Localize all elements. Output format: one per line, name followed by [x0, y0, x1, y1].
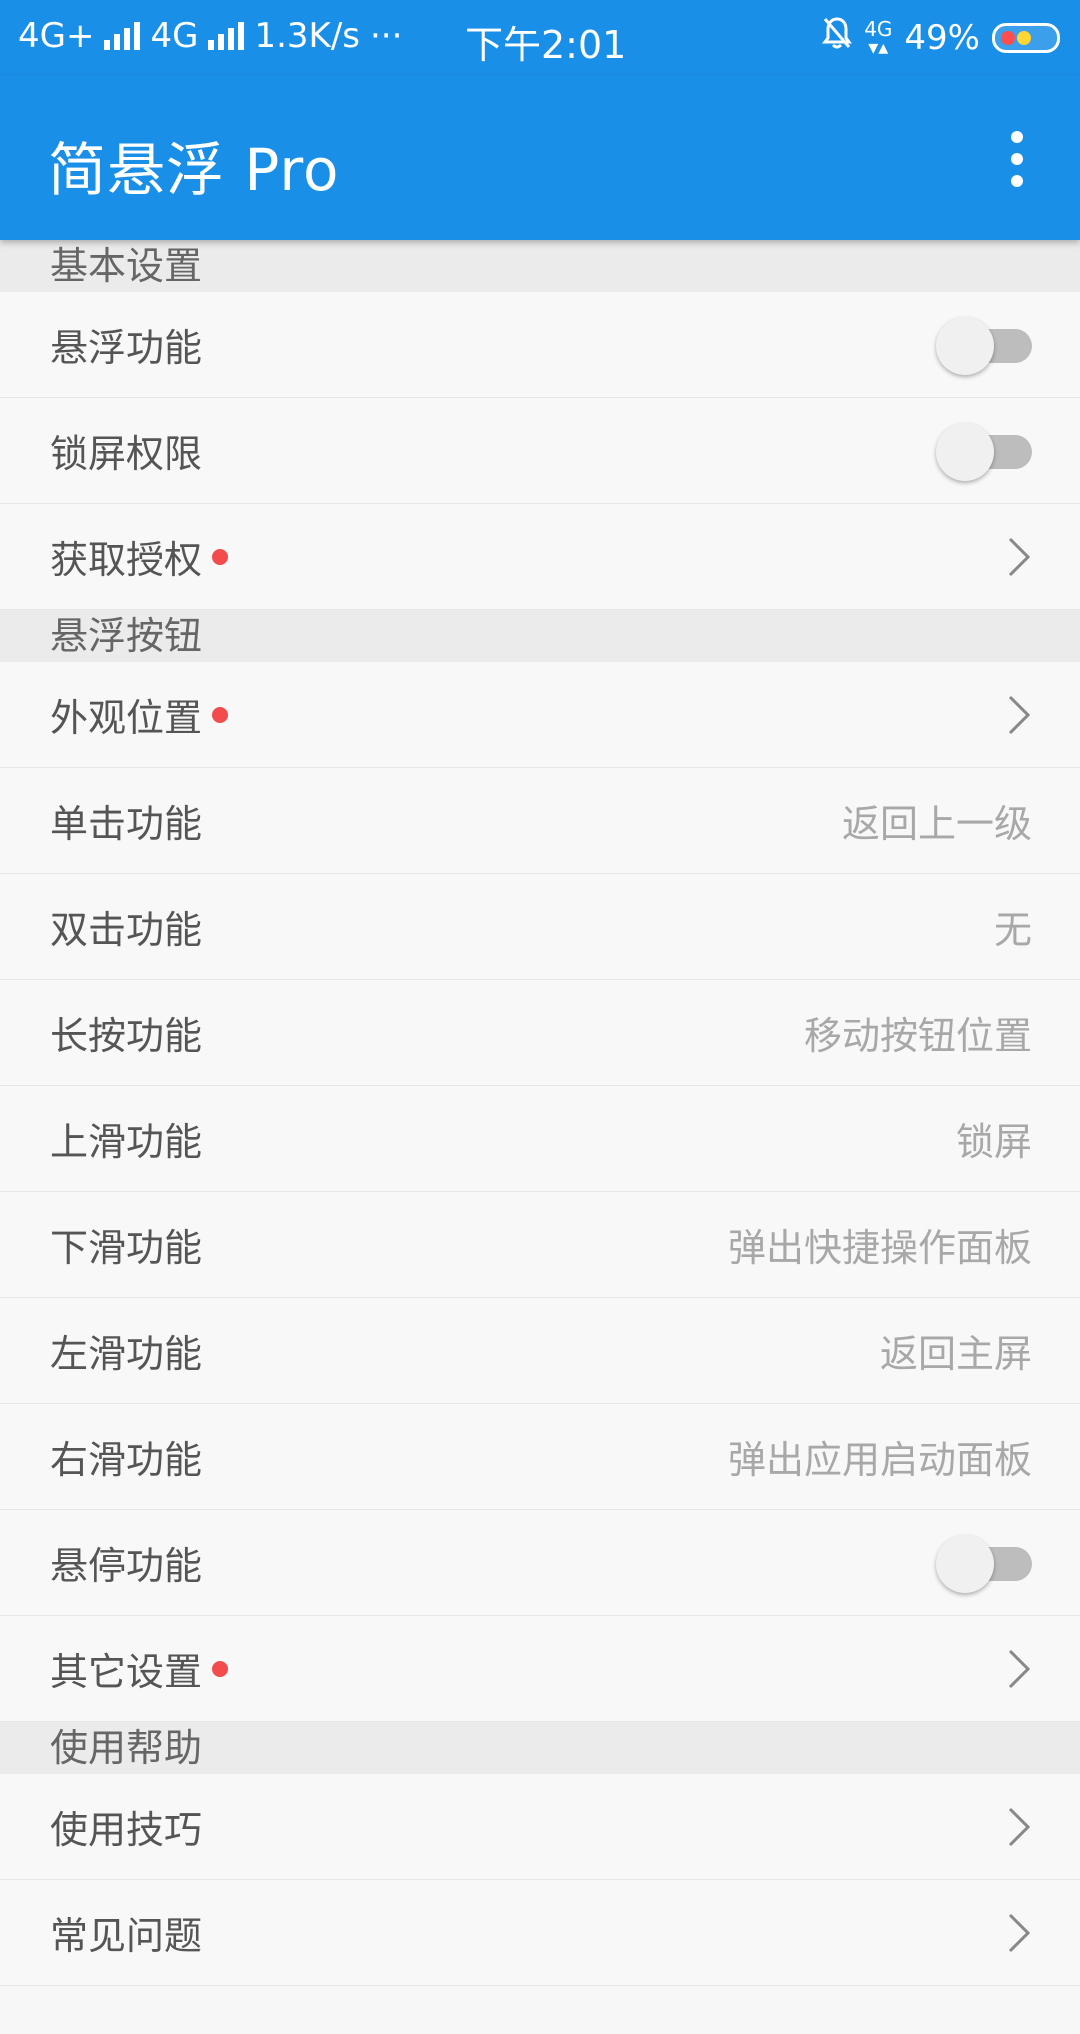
- label-text: 左滑功能: [50, 1332, 203, 1376]
- network-type-1: 4G+: [18, 16, 95, 56]
- status-bar: 4G+ 4G 1.3K/s ··· 下午2:01 4G ▾▴ 49%: [0, 0, 1080, 75]
- section-header-float-button: 悬浮按钮: [0, 610, 1080, 662]
- row-label: 使用技巧: [50, 1799, 202, 1854]
- float-toggle-switch[interactable]: [936, 315, 1032, 375]
- signal-icon-2: [208, 22, 245, 50]
- row-get-authorization[interactable]: 获取授权: [0, 504, 1080, 610]
- row-label: 单击功能: [50, 793, 202, 848]
- row-label: 下滑功能: [50, 1217, 202, 1272]
- chevron-right-icon: [1006, 1647, 1032, 1691]
- row-label: 悬停功能: [50, 1535, 202, 1590]
- label-text: 上滑功能: [50, 1120, 203, 1164]
- row-value: 锁屏: [955, 1120, 1032, 1164]
- chevron-right-icon: [1006, 1805, 1032, 1849]
- clock: 下午2:01: [465, 23, 627, 67]
- row-label: 悬浮功能: [50, 317, 202, 372]
- row-label: 左滑功能: [50, 1323, 202, 1378]
- row-faq[interactable]: 常见问题: [0, 1880, 1080, 1986]
- new-dot-indicator: [212, 1660, 229, 1677]
- row-value: 无: [993, 908, 1032, 952]
- row-swipe-down[interactable]: 下滑功能 弹出快捷操作面板: [0, 1192, 1080, 1298]
- lockscreen-toggle-switch[interactable]: [936, 421, 1032, 481]
- signal-icon: [104, 22, 141, 50]
- row-single-tap[interactable]: 单击功能 返回上一级: [0, 768, 1080, 874]
- chevron-right-icon: [1006, 535, 1032, 579]
- row-hover-toggle[interactable]: 悬停功能: [0, 1510, 1080, 1616]
- battery-percent: 49%: [904, 17, 980, 58]
- label-text: 锁屏权限: [50, 432, 203, 476]
- row-label: 外观位置: [50, 687, 229, 742]
- row-other-settings[interactable]: 其它设置: [0, 1616, 1080, 1722]
- row-label: 其它设置: [50, 1641, 229, 1696]
- row-label: 长按功能: [50, 1005, 202, 1060]
- label-text: 下滑功能: [50, 1226, 203, 1270]
- label-text: 常见问题: [50, 1914, 203, 1958]
- label-text: 悬停功能: [50, 1544, 203, 1588]
- row-lockscreen-permission[interactable]: 锁屏权限: [0, 398, 1080, 504]
- row-swipe-left[interactable]: 左滑功能 返回主屏: [0, 1298, 1080, 1404]
- app-title: 简悬浮 Pro: [48, 136, 340, 204]
- row-value: 弹出快捷操作面板: [727, 1226, 1032, 1270]
- row-value: 返回主屏: [879, 1332, 1032, 1376]
- row-float-toggle[interactable]: 悬浮功能: [0, 292, 1080, 398]
- row-label: 常见问题: [50, 1905, 202, 1960]
- row-double-tap[interactable]: 双击功能 无: [0, 874, 1080, 980]
- new-dot-indicator: [212, 548, 229, 565]
- row-swipe-up[interactable]: 上滑功能 锁屏: [0, 1086, 1080, 1192]
- label-text: 长按功能: [50, 1014, 203, 1058]
- row-label: 获取授权: [50, 529, 229, 584]
- network-speed: 1.3K/s: [254, 16, 360, 56]
- row-label: 双击功能: [50, 899, 202, 954]
- network-small-icon: 4G ▾▴: [864, 16, 893, 59]
- app-bar: 简悬浮 Pro: [0, 75, 1080, 240]
- label-text: 其它设置: [50, 1650, 203, 1694]
- row-label: 上滑功能: [50, 1111, 202, 1166]
- row-appearance-position[interactable]: 外观位置: [0, 662, 1080, 768]
- status-left: 4G+ 4G 1.3K/s ···: [18, 16, 402, 56]
- row-label: 右滑功能: [50, 1429, 202, 1484]
- section-header-help: 使用帮助: [0, 1722, 1080, 1774]
- label-text: 双击功能: [50, 908, 203, 952]
- bell-off-icon: [822, 16, 853, 59]
- row-value: 弹出应用启动面板: [727, 1438, 1032, 1482]
- status-right: 4G ▾▴ 49%: [822, 16, 1060, 59]
- row-value: 移动按钮位置: [803, 1014, 1032, 1058]
- network-type-2: 4G: [150, 16, 199, 56]
- section-header-basic: 基本设置: [0, 240, 1080, 292]
- label-text: 外观位置: [50, 696, 203, 740]
- row-value: 返回上一级: [841, 802, 1032, 846]
- row-swipe-right[interactable]: 右滑功能 弹出应用启动面板: [0, 1404, 1080, 1510]
- label-text: 右滑功能: [50, 1438, 203, 1482]
- hover-toggle-switch[interactable]: [936, 1533, 1032, 1593]
- new-dot-indicator: [212, 706, 229, 723]
- chevron-right-icon: [1006, 1911, 1032, 1955]
- label-text: 单击功能: [50, 802, 203, 846]
- row-usage-tips[interactable]: 使用技巧: [0, 1774, 1080, 1880]
- more-status: ···: [370, 16, 403, 56]
- row-long-press[interactable]: 长按功能 移动按钮位置: [0, 980, 1080, 1086]
- more-vert-icon[interactable]: [1004, 129, 1030, 189]
- network-small-label: 4G: [864, 16, 893, 41]
- row-label: 锁屏权限: [50, 423, 202, 478]
- label-text: 悬浮功能: [50, 326, 203, 370]
- label-text: 使用技巧: [50, 1808, 203, 1852]
- chevron-right-icon: [1006, 693, 1032, 737]
- label-text: 获取授权: [50, 538, 203, 582]
- battery-icon: [992, 22, 1060, 53]
